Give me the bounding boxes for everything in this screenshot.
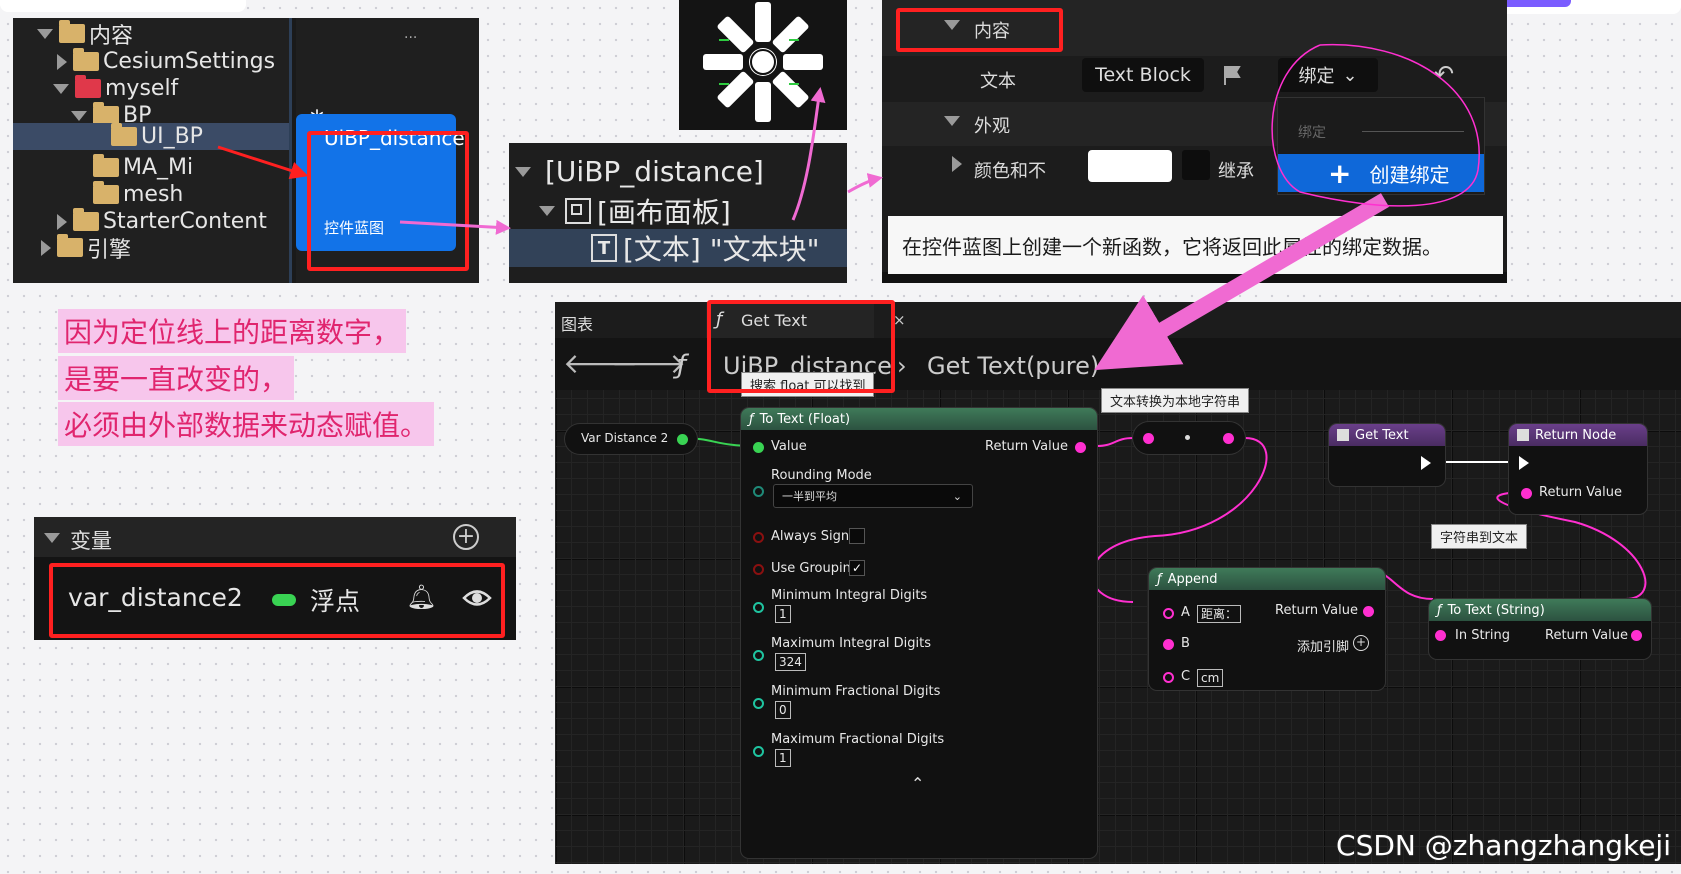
annotation-arrows	[217, 43, 1480, 371]
watermark: CSDN @zhangzhangkeji	[1336, 829, 1671, 862]
